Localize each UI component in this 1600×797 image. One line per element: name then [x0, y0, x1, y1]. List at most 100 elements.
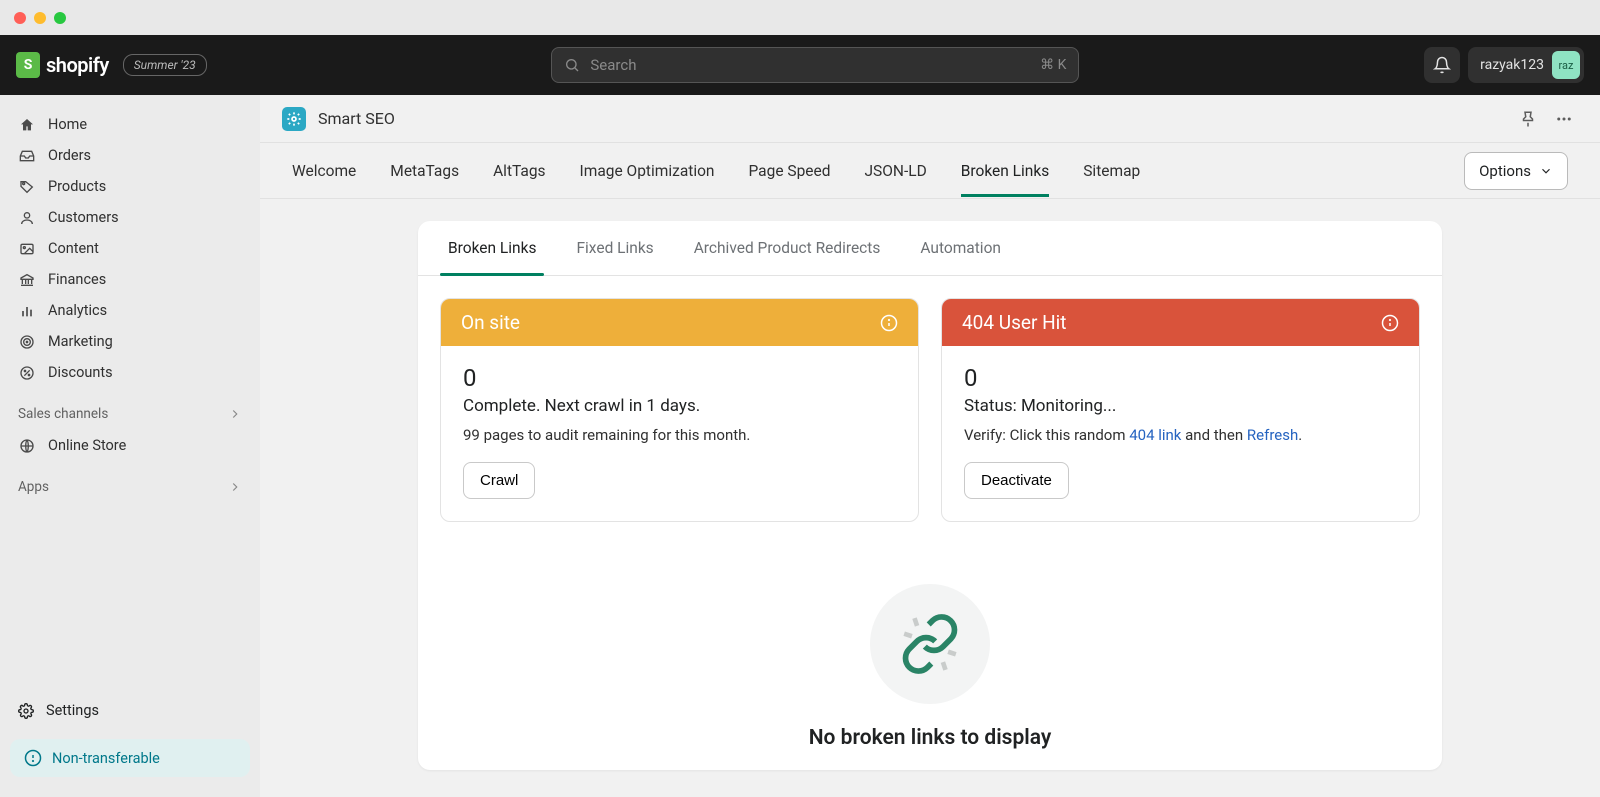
app-title: Smart SEO	[318, 109, 395, 128]
empty-state: No broken links to display	[418, 544, 1442, 770]
userhit-status: Status: Monitoring...	[964, 396, 1397, 416]
refresh-link[interactable]: Refresh	[1247, 426, 1298, 444]
brand-text: shopify	[46, 53, 109, 77]
badge-text: Non-transferable	[52, 750, 160, 767]
app-tabs: Welcome MetaTags AltTags Image Optimization…	[260, 143, 1600, 199]
window-close-button[interactable]	[14, 12, 26, 24]
sidebar-item-products[interactable]: Products	[0, 171, 260, 202]
tab-sitemap[interactable]: Sitemap	[1083, 146, 1140, 196]
inbox-icon	[18, 148, 36, 164]
app-icon	[282, 107, 306, 131]
tag-icon	[18, 179, 36, 195]
search-shortcut: ⌘ K	[1040, 57, 1066, 73]
user-menu[interactable]: razyak123 raz	[1468, 47, 1584, 83]
chevron-down-icon	[1539, 164, 1553, 178]
sidebar-item-home[interactable]: Home	[0, 109, 260, 140]
app-header: Smart SEO	[260, 95, 1600, 143]
sidebar-item-label: Customers	[48, 209, 119, 226]
more-horizontal-icon	[1555, 110, 1573, 128]
sidebar-item-label: Finances	[48, 271, 106, 288]
info-icon[interactable]	[880, 314, 898, 332]
sidebar-item-finances[interactable]: Finances	[0, 264, 260, 295]
tab-alttags[interactable]: AltTags	[493, 146, 545, 196]
sidebar: Home Orders Products Customers Content Financ…	[0, 95, 260, 797]
subtab-archived-product-redirects[interactable]: Archived Product Redirects	[694, 221, 881, 275]
section-label: Apps	[18, 479, 49, 495]
sidebar-item-label: Discounts	[48, 364, 113, 381]
notifications-button[interactable]	[1424, 47, 1460, 83]
onsite-status: Complete. Next crawl in 1 days.	[463, 396, 896, 416]
sidebar-item-customers[interactable]: Customers	[0, 202, 260, 233]
search-icon	[564, 57, 580, 73]
empty-text: No broken links to display	[418, 726, 1442, 750]
broken-links-card: Broken Links Fixed Links Archived Product …	[418, 221, 1442, 770]
onsite-panel: On site 0 Complete. Next crawl in 1 days…	[440, 298, 919, 522]
more-button[interactable]	[1550, 105, 1578, 133]
subtab-automation[interactable]: Automation	[920, 221, 1001, 275]
window-maximize-button[interactable]	[54, 12, 66, 24]
tab-metatags[interactable]: MetaTags	[390, 146, 459, 196]
tab-image-optimization[interactable]: Image Optimization	[580, 146, 715, 196]
options-label: Options	[1479, 162, 1531, 180]
sidebar-section-sales-channels[interactable]: Sales channels	[0, 398, 260, 430]
sidebar-item-label: Content	[48, 240, 99, 257]
sidebar-item-marketing[interactable]: Marketing	[0, 326, 260, 357]
store-icon	[18, 438, 36, 454]
subtabs: Broken Links Fixed Links Archived Product …	[418, 221, 1442, 276]
home-icon	[18, 117, 36, 133]
gear-icon	[18, 703, 34, 719]
options-button[interactable]: Options	[1464, 152, 1568, 190]
subtab-broken-links[interactable]: Broken Links	[448, 221, 536, 275]
tab-json-ld[interactable]: JSON-LD	[864, 146, 926, 196]
pin-icon	[1519, 110, 1537, 128]
discount-icon	[18, 365, 36, 381]
panel-title: 404 User Hit	[962, 311, 1067, 334]
shopify-logo[interactable]: S shopify	[16, 52, 109, 78]
404-link[interactable]: 404 link	[1129, 426, 1181, 444]
onsite-subtext: 99 pages to audit remaining for this mon…	[463, 426, 896, 444]
deactivate-button[interactable]: Deactivate	[964, 462, 1069, 499]
settings-label: Settings	[46, 702, 99, 719]
tab-welcome[interactable]: Welcome	[292, 146, 356, 196]
bank-icon	[18, 272, 36, 288]
sidebar-item-orders[interactable]: Orders	[0, 140, 260, 171]
pin-button[interactable]	[1514, 105, 1542, 133]
sidebar-section-apps[interactable]: Apps	[0, 471, 260, 503]
onsite-count: 0	[463, 364, 896, 392]
sidebar-item-content[interactable]: Content	[0, 233, 260, 264]
sidebar-item-discounts[interactable]: Discounts	[0, 357, 260, 388]
userhit-verify: Verify: Click this random 404 link and t…	[964, 426, 1397, 444]
main-content: Smart SEO Welcome MetaTags AltTags Image Op…	[260, 95, 1600, 797]
window-minimize-button[interactable]	[34, 12, 46, 24]
image-icon	[18, 241, 36, 257]
sidebar-item-analytics[interactable]: Analytics	[0, 295, 260, 326]
avatar: raz	[1552, 51, 1580, 79]
sidebar-item-label: Online Store	[48, 437, 126, 454]
empty-icon	[870, 584, 990, 704]
sidebar-item-settings[interactable]: Settings	[0, 692, 260, 729]
edition-badge: Summer '23	[123, 54, 207, 76]
tab-broken-links[interactable]: Broken Links	[961, 146, 1049, 196]
crawl-button[interactable]: Crawl	[463, 462, 535, 499]
shopify-bag-icon: S	[16, 52, 40, 78]
tab-page-speed[interactable]: Page Speed	[748, 146, 830, 196]
sidebar-item-label: Analytics	[48, 302, 107, 319]
userhit-panel: 404 User Hit 0 Status: Monitoring... Ver…	[941, 298, 1420, 522]
non-transferable-badge: Non-transferable	[10, 739, 250, 777]
target-icon	[18, 334, 36, 350]
search-input[interactable]: Search ⌘ K	[551, 47, 1079, 83]
username: razyak123	[1480, 57, 1544, 73]
topbar: S shopify Summer '23 Search ⌘ K razyak12…	[0, 35, 1600, 95]
userhit-count: 0	[964, 364, 1397, 392]
sidebar-item-online-store[interactable]: Online Store	[0, 430, 260, 461]
window-chrome	[0, 0, 1600, 35]
userhit-panel-header: 404 User Hit	[942, 299, 1419, 346]
user-icon	[18, 210, 36, 226]
onsite-panel-header: On site	[441, 299, 918, 346]
info-icon[interactable]	[1381, 314, 1399, 332]
chevron-right-icon	[228, 407, 242, 421]
subtab-fixed-links[interactable]: Fixed Links	[576, 221, 653, 275]
sidebar-item-label: Orders	[48, 147, 91, 164]
sidebar-item-label: Products	[48, 178, 106, 195]
panel-title: On site	[461, 311, 520, 334]
